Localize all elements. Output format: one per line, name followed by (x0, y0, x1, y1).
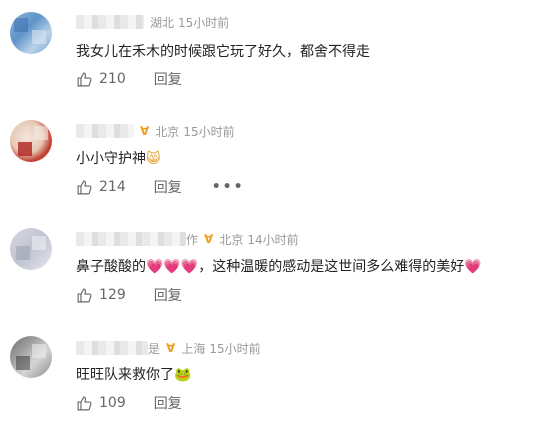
comment-actions: 109 回复 (76, 393, 182, 413)
vip-badge-icon: ∀ (166, 341, 176, 355)
comment-meta: 是 ∀ 上海 15小时前 (76, 339, 261, 357)
username-blurred[interactable] (76, 124, 134, 138)
like-button[interactable]: 214 (76, 179, 126, 196)
timestamp: 14小时前 (247, 232, 299, 247)
thumbs-up-icon (77, 72, 92, 86)
reply-button[interactable]: 回复 (154, 393, 182, 413)
frog-emoji-icon: 🐸 (174, 367, 192, 383)
username-blurred[interactable] (76, 232, 186, 246)
comment-actions: 129 回复 (76, 285, 182, 305)
thumbs-up-icon (77, 396, 92, 410)
heart-emoji-icon: 💗 (464, 259, 482, 275)
location: 北京 (155, 124, 180, 139)
reply-button[interactable]: 回复 (154, 285, 182, 305)
comment-text: 小小守护神😸 (76, 149, 161, 169)
avatar[interactable] (10, 228, 52, 270)
name-suffix: 作 (186, 232, 199, 247)
like-button[interactable]: 109 (76, 395, 126, 412)
like-count: 109 (99, 395, 126, 411)
comment-text: 我女儿在禾木的时候跟它玩了好久，都舍不得走 (76, 44, 370, 60)
location: 上海 (181, 341, 206, 356)
avatar[interactable] (10, 12, 52, 54)
avatar[interactable] (10, 120, 52, 162)
comment-meta: 作 ∀ 北京 14小时前 (76, 230, 299, 248)
vip-badge-icon: ∀ (140, 124, 150, 138)
comment-text-main: 小小守护神 (76, 151, 146, 167)
username-blurred[interactable] (76, 341, 148, 355)
cat-emoji-icon: 😸 (146, 151, 161, 167)
vip-badge-icon: ∀ (204, 232, 214, 246)
name-suffix: 是 (148, 341, 161, 356)
like-count: 129 (99, 287, 126, 303)
timestamp: 15小时前 (178, 15, 230, 30)
like-button[interactable]: 129 (76, 287, 126, 304)
thumbs-up-icon (77, 288, 92, 302)
thumbs-up-icon (77, 180, 92, 194)
timestamp: 15小时前 (209, 341, 261, 356)
comment-text-prefix: 鼻子酸酸的 (76, 259, 146, 275)
location: 湖北 (150, 15, 175, 30)
username-blurred[interactable] (76, 15, 144, 29)
comment-text: 鼻子酸酸的💗💗💗，这种温暖的感动是这世间多么难得的美好💗 (76, 257, 482, 277)
like-button[interactable]: 210 (76, 71, 126, 88)
comment-text-body: ，这种温暖的感动是这世间多么难得的美好 (198, 259, 465, 275)
avatar[interactable] (10, 336, 52, 378)
like-count: 210 (99, 71, 126, 87)
location: 北京 (219, 232, 244, 247)
comment-meta: 湖北 15小时前 (76, 13, 229, 31)
timestamp: 15小时前 (183, 124, 235, 139)
comment-actions: 210 回复 (76, 69, 182, 89)
comment-meta: ∀ 北京 15小时前 (76, 122, 235, 140)
comment-text: 旺旺队来救你了🐸 (76, 365, 191, 385)
comment-text-main: 旺旺队来救你了 (76, 367, 174, 383)
more-options-icon[interactable]: ••• (212, 179, 245, 195)
heart-emoji-icon: 💗💗💗 (146, 259, 199, 275)
comment-actions: 214 回复 ••• (76, 177, 245, 197)
reply-button[interactable]: 回复 (154, 69, 182, 89)
like-count: 214 (99, 179, 126, 195)
reply-button[interactable]: 回复 (154, 177, 182, 197)
